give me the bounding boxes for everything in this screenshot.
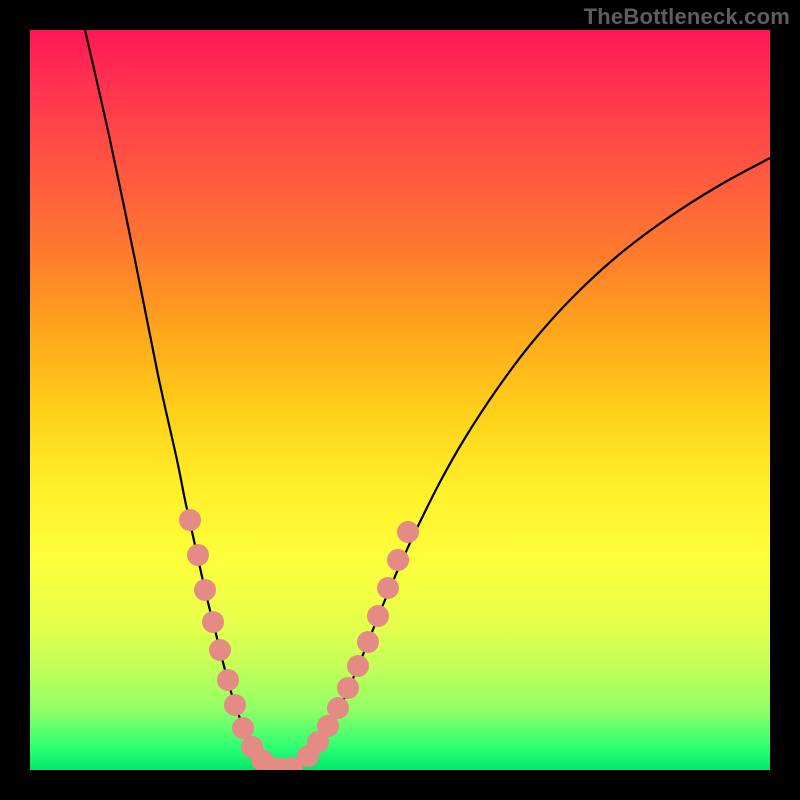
data-dots-left-band <box>179 509 273 770</box>
data-point <box>224 694 246 716</box>
data-point <box>327 697 349 719</box>
data-point <box>347 655 369 677</box>
data-dots-right-band <box>297 521 419 767</box>
data-point <box>367 605 389 627</box>
data-point <box>377 577 399 599</box>
data-point <box>209 639 231 661</box>
data-point <box>337 677 359 699</box>
data-dots-trough <box>261 757 303 770</box>
watermark-text: TheBottleneck.com <box>584 4 790 30</box>
data-point <box>179 509 201 531</box>
data-point <box>357 631 379 653</box>
data-point <box>387 549 409 571</box>
data-point <box>202 611 224 633</box>
bottleneck-curve <box>85 30 770 769</box>
data-point <box>187 544 209 566</box>
plot-area <box>30 30 770 770</box>
data-point <box>397 521 419 543</box>
data-point <box>194 579 216 601</box>
data-point <box>217 669 239 691</box>
chart-svg <box>30 30 770 770</box>
chart-frame: TheBottleneck.com <box>0 0 800 800</box>
data-point <box>232 717 254 739</box>
